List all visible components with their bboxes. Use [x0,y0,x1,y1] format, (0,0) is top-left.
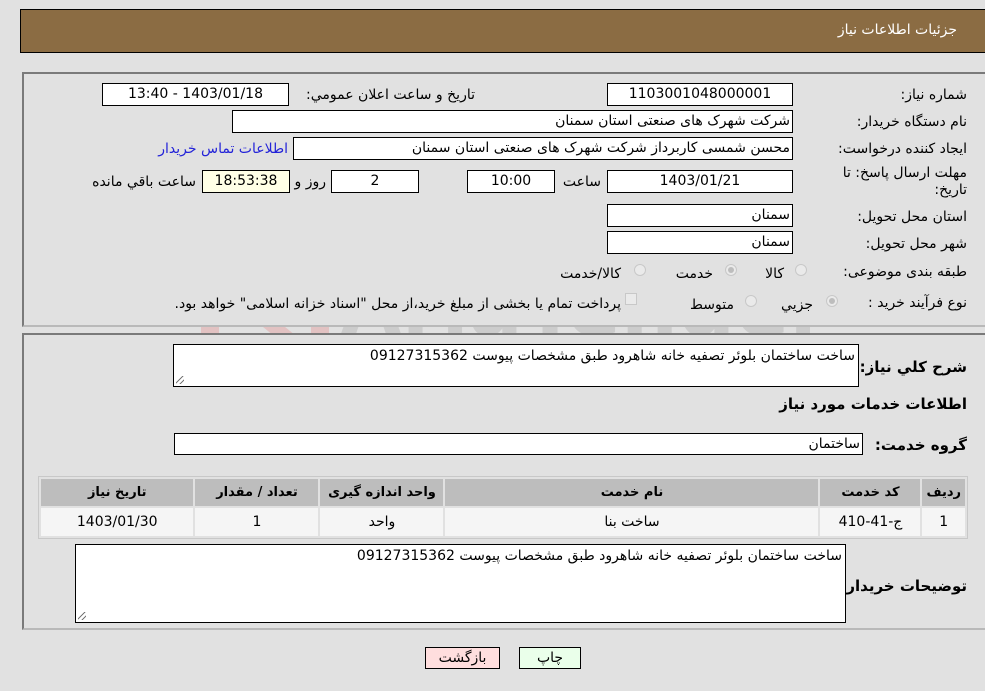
buyer-org-field[interactable]: شركت شهرک های صنعتی استان سمنان [232,110,793,133]
category-goods-service-radio[interactable] [634,264,646,276]
deadline-label-line2: تاريخ: [934,182,967,198]
need-number-label: شماره نياز: [900,87,968,103]
deadline-time-label: ساعت [562,174,601,190]
requester-field[interactable]: محسن شمسی کاربرداز شرکت شهرک های صنعتی ا… [293,137,793,160]
col-header-row-number: رديف [922,479,965,506]
buyer-notes-label: توضيحات خريدار: [840,577,967,595]
description-label: شرح كلي نياز: [859,358,967,376]
col-header-service-name: نام خدمت [445,479,819,506]
service-group-label: گروه خدمت: [874,436,967,454]
time-remaining-label: ساعت باقي مانده [92,174,196,190]
process-medium-label: متوسط [690,297,734,313]
category-label: طبقه بندی موضوعی: [843,264,967,280]
need-number-field[interactable]: 1103001048000001 [607,83,793,106]
purchase-process-label: نوع فرآيند خريد : [868,295,967,311]
print-button[interactable]: چاپ [519,647,581,669]
table-header-row: رديف كد خدمت نام خدمت واحد اندازه گيری ت… [41,479,965,506]
category-goods-service-label: کالا/خدمت [560,266,621,282]
process-medium-radio[interactable] [745,295,757,307]
category-goods-label: کالا [765,266,784,282]
back-button[interactable]: بازگشت [425,647,500,669]
buyer-org-label: نام دستگاه خريدار: [856,114,967,130]
delivery-province-label: استان محل تحويل: [857,209,967,225]
process-minor-label: جزيي [781,297,813,313]
col-header-unit: واحد اندازه گيری [320,479,444,506]
col-header-quantity: تعداد / مقدار [195,479,319,506]
buyer-notes-text: ساخت ساختمان بلوئر تصفیه خانه شاهرود طبق… [356,548,842,564]
services-table: رديف كد خدمت نام خدمت واحد اندازه گيری ت… [38,476,968,539]
deadline-label-line1: مهلت ارسال پاسخ: تا [842,165,967,181]
time-remaining-field: 18:53:38 [202,170,290,193]
cell-row-number: 1 [922,508,965,536]
buyer-contact-link[interactable]: اطلاعات تماس خريدار [158,141,288,157]
cell-need-date: 1403/01/30 [41,508,194,536]
category-goods-radio[interactable] [795,264,807,276]
col-header-need-date: تاريخ نياز [41,479,194,506]
category-service-radio[interactable] [725,264,737,276]
description-text: ساخت ساختمان بلوئر تصفیه خانه شاهرود طبق… [369,348,855,364]
description-textarea[interactable]: ساخت ساختمان بلوئر تصفیه خانه شاهرود طبق… [173,344,859,387]
cell-service-code: ج-41-410 [820,508,921,536]
cell-quantity: 1 [195,508,319,536]
treasury-note: پرداخت تمام يا بخشی از مبلغ خريد،از محل … [174,296,621,312]
announce-datetime-label: تاريخ و ساعت اعلان عمومي: [306,87,475,103]
category-service-label: خدمت [675,266,713,282]
process-minor-radio[interactable] [826,295,838,307]
deadline-time-field[interactable]: 10:00 [467,170,555,193]
days-label: روز و [294,174,327,190]
delivery-province-field[interactable]: سمنان [607,204,793,227]
service-group-field[interactable]: ساختمان [174,433,863,455]
days-remaining-field[interactable]: 2 [331,170,419,193]
cell-unit: واحد [320,508,444,536]
page-title: جزئيات اطلاعات نياز [837,22,957,38]
requester-label: ايجاد كننده درخواست: [838,141,967,157]
col-header-service-code: كد خدمت [820,479,921,506]
services-section-title: اطلاعات خدمات مورد نياز [779,395,967,413]
delivery-city-field[interactable]: سمنان [607,231,793,254]
treasury-checkbox[interactable] [625,293,637,305]
resize-handle-icon[interactable] [176,376,184,384]
table-row: 1 ج-41-410 ساخت بنا واحد 1 1403/01/30 [41,508,965,536]
resize-handle-icon[interactable] [78,612,86,620]
announce-datetime-field[interactable]: 1403/01/18 - 13:40 [102,83,289,106]
buyer-notes-textarea[interactable]: ساخت ساختمان بلوئر تصفیه خانه شاهرود طبق… [75,544,846,623]
delivery-city-label: شهر محل تحويل: [865,236,967,252]
page-header: جزئيات اطلاعات نياز [20,9,985,53]
deadline-date-field[interactable]: 1403/01/21 [607,170,793,193]
cell-service-name: ساخت بنا [445,508,819,536]
